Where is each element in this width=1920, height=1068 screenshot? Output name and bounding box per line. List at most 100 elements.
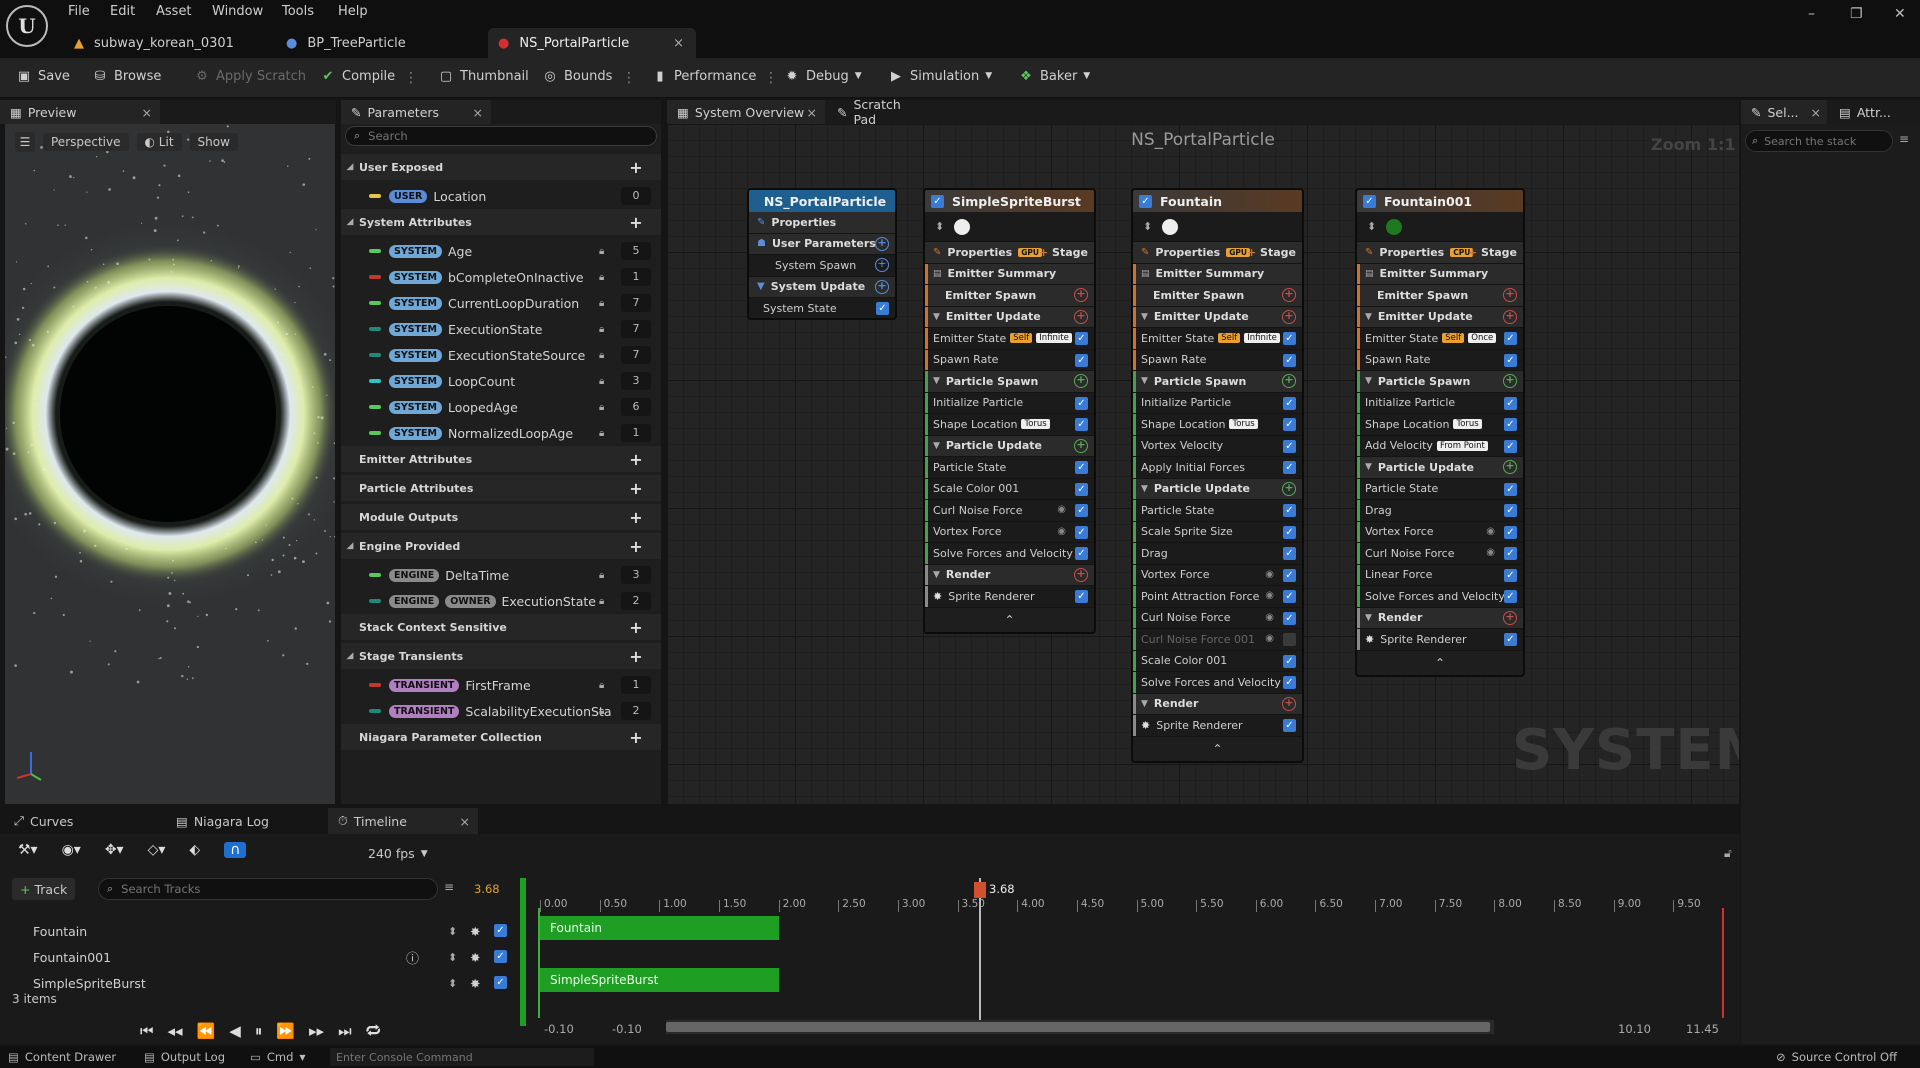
emitter-mode-icon[interactable]: ⬍ bbox=[448, 925, 457, 938]
prev-key-icon[interactable]: ⏪ bbox=[197, 1022, 216, 1040]
add-stage-button[interactable]: + Stage bbox=[1468, 246, 1517, 259]
add-parameter-icon[interactable]: + bbox=[623, 446, 649, 472]
param-row[interactable]: USER Location 0 bbox=[341, 183, 661, 209]
minimize-icon[interactable]: – bbox=[1808, 6, 1815, 22]
param-category[interactable]: Particle Attributes + bbox=[341, 475, 661, 501]
timeline-scrollbar-track[interactable] bbox=[666, 1020, 1494, 1034]
time-ruler[interactable]: 0.00 0.50 1.00 1.50 2.00 2.50 3.00 3.50 4.00 4.50… bbox=[540, 898, 1738, 912]
module-enabled-checkbox[interactable]: ✓ bbox=[1504, 568, 1517, 582]
filter-icon[interactable]: ≡ bbox=[444, 880, 454, 894]
parameters-search-input[interactable] bbox=[368, 129, 629, 143]
module-enabled-checkbox[interactable]: ✓ bbox=[1504, 332, 1517, 345]
pause-icon[interactable]: ⏸ bbox=[255, 1022, 263, 1040]
module-enabled-checkbox[interactable]: ✓ bbox=[1283, 719, 1296, 732]
add-module-icon[interactable]: + bbox=[1503, 460, 1517, 474]
module-enabled-checkbox[interactable]: ✓ bbox=[1504, 396, 1517, 410]
module-enabled-checkbox[interactable]: ✓ bbox=[1504, 439, 1517, 453]
range-end-b[interactable]: 11.45 bbox=[1686, 1022, 1719, 1036]
emitter-module-row[interactable]: Drag ✓ bbox=[1133, 543, 1302, 565]
param-row[interactable]: ENGINE OWNER ExecutionState 🔒︎ 2 bbox=[341, 588, 661, 614]
emitter-thumbnail-icon[interactable] bbox=[1386, 218, 1403, 235]
stack-search[interactable]: ⌕ bbox=[1745, 130, 1893, 152]
close-icon[interactable]: × bbox=[142, 105, 152, 120]
baker-button[interactable]: ❖ Baker ▼ bbox=[1018, 68, 1090, 84]
param-row[interactable]: TRANSIENT FirstFrame 🔒︎ 1 bbox=[341, 672, 661, 698]
emitter-module-row[interactable]: Emitter State Self Infinite ✓ bbox=[1133, 328, 1302, 350]
tab-preview[interactable]: ▦ Preview × bbox=[0, 100, 160, 124]
expand-arrow-icon[interactable]: ▼ bbox=[1141, 699, 1148, 709]
emitter-title-bar[interactable]: ✓ Fountain bbox=[1133, 190, 1302, 212]
emitter-module-row[interactable]: Scale Sprite Size ✓ bbox=[1133, 521, 1302, 543]
add-parameter-icon[interactable]: + bbox=[623, 533, 649, 559]
lock-icon[interactable]: 🔓︎ bbox=[1724, 846, 1732, 861]
close-icon[interactable]: × bbox=[460, 814, 470, 829]
module-enabled-checkbox[interactable]: ✓ bbox=[1075, 418, 1088, 431]
add-module-icon[interactable]: + bbox=[1503, 374, 1517, 388]
search-tracks[interactable]: ⌕ bbox=[98, 878, 438, 900]
emitter-node-fountain001[interactable]: ✓ Fountain001 ⬍ ✎ Properties CPU + Stage ▤ Emitt… bbox=[1355, 188, 1525, 677]
emitter-module-row[interactable]: Particle State ✓ bbox=[1133, 500, 1302, 522]
add-parameter-icon[interactable]: + bbox=[623, 504, 649, 530]
add-track-button[interactable]: + Track bbox=[12, 878, 76, 900]
emitter-module-row[interactable]: Curl Noise Force ◉ ✓ bbox=[1133, 607, 1302, 629]
emitter-module-row[interactable]: ▼ Render + bbox=[1133, 693, 1302, 715]
param-category[interactable]: Module Outputs + bbox=[341, 504, 661, 530]
expand-arrow-icon[interactable]: ▼ bbox=[1365, 312, 1372, 322]
module-enabled-checkbox[interactable]: ✓ bbox=[1075, 525, 1088, 539]
emitter-module-row[interactable]: ✸ Sprite Renderer ✓ bbox=[1133, 715, 1302, 737]
add-parameter-icon[interactable]: + bbox=[623, 643, 649, 669]
emitter-module-row[interactable]: ▼ Render + bbox=[1357, 607, 1523, 629]
emitter-module-row[interactable]: Drag ✓ bbox=[1357, 500, 1523, 522]
emitter-enabled-checkbox[interactable]: ✓ bbox=[1363, 194, 1376, 208]
add-module-icon[interactable]: + bbox=[1503, 610, 1517, 625]
module-enabled-checkbox[interactable]: ✓ bbox=[1075, 332, 1088, 345]
collapse-node-button[interactable]: ⌃ bbox=[1357, 650, 1523, 675]
collapse-node-button[interactable]: ⌃ bbox=[925, 607, 1094, 632]
param-category[interactable]: ◢ System Attributes + bbox=[341, 209, 661, 235]
expand-arrow-icon[interactable]: ◢ bbox=[341, 217, 359, 227]
simulation-button[interactable]: ▶ Simulation ▼ bbox=[888, 68, 992, 84]
module-enabled-checkbox[interactable]: ✓ bbox=[1075, 461, 1088, 474]
param-row[interactable]: SYSTEM ExecutionState 🔒︎ 7 bbox=[341, 316, 661, 342]
emitter-title-bar[interactable]: ✓ SimpleSpriteBurst bbox=[925, 190, 1094, 212]
module-enabled-checkbox[interactable]: ✓ bbox=[1075, 396, 1088, 410]
emitter-module-row[interactable]: Emitter Spawn + bbox=[925, 285, 1094, 307]
param-row[interactable]: SYSTEM LoopCount 🔒︎ 3 bbox=[341, 368, 661, 394]
compile-options-icon[interactable]: ⋮ bbox=[404, 70, 418, 86]
emitter-module-row[interactable]: ▤ Emitter Summary bbox=[1357, 263, 1523, 285]
expand-arrow-icon[interactable]: ▼ bbox=[1365, 462, 1372, 472]
close-tab-icon[interactable]: × bbox=[673, 36, 684, 51]
debug-button[interactable]: ✹ Debug ▼ bbox=[784, 68, 862, 84]
browse-button[interactable]: ⛁ Browse bbox=[92, 68, 162, 84]
emitter-module-row[interactable]: Initialize Particle ✓ bbox=[1133, 392, 1302, 414]
summary-icon[interactable]: ▤ bbox=[1141, 269, 1150, 279]
emitter-module-row[interactable]: Solve Forces and Velocity ✓ bbox=[925, 543, 1094, 565]
range-start-b[interactable]: -0.10 bbox=[612, 1022, 642, 1036]
emitter-module-row[interactable]: Vortex Force ◉ ✓ bbox=[925, 521, 1094, 543]
track-enabled-checkbox[interactable]: ✓ bbox=[494, 924, 507, 937]
menu-window[interactable]: Window bbox=[212, 4, 263, 19]
track-enabled-checkbox[interactable]: ✓ bbox=[494, 950, 507, 963]
param-category[interactable]: ◢ User Exposed + bbox=[341, 154, 661, 180]
next-key-icon[interactable]: ⏩ bbox=[276, 1022, 295, 1040]
module-enabled-checkbox[interactable]: ✓ bbox=[1283, 654, 1296, 668]
performance-options-icon[interactable]: ⋮ bbox=[764, 70, 778, 86]
eye-icon[interactable]: ◉ bbox=[1265, 569, 1274, 580]
module-enabled-checkbox[interactable]: ✓ bbox=[1075, 590, 1088, 603]
param-row[interactable]: SYSTEM NormalizedLoopAge 🔒︎ 1 bbox=[341, 420, 661, 446]
emitter-module-row[interactable]: Curl Noise Force ◉ ✓ bbox=[1357, 543, 1523, 565]
emitter-module-row[interactable]: ▼ Render + bbox=[925, 564, 1094, 586]
emitter-module-row[interactable]: Spawn Rate ✓ bbox=[1133, 349, 1302, 371]
module-enabled-checkbox[interactable]: ✓ bbox=[1283, 353, 1296, 367]
save-button[interactable]: ▣ Save bbox=[16, 68, 70, 84]
sparkle-icon[interactable]: ✸ bbox=[470, 924, 480, 939]
collapse-node-button[interactable]: ⌃ bbox=[1133, 736, 1302, 761]
add-module-icon[interactable]: + bbox=[1282, 481, 1296, 496]
emitter-module-row[interactable]: Shape Location Torus ✓ bbox=[925, 414, 1094, 436]
fps-dropdown[interactable]: 240 fps ▼ bbox=[368, 846, 428, 861]
info-icon[interactable]: ⓘ bbox=[406, 948, 419, 967]
emitter-module-row[interactable]: ✸ Sprite Renderer ✓ bbox=[925, 586, 1094, 608]
module-enabled-checkbox[interactable]: ✓ bbox=[1283, 633, 1296, 646]
timeline-scrollbar-thumb[interactable] bbox=[666, 1022, 1490, 1032]
add-module-icon[interactable]: + bbox=[1503, 309, 1517, 324]
